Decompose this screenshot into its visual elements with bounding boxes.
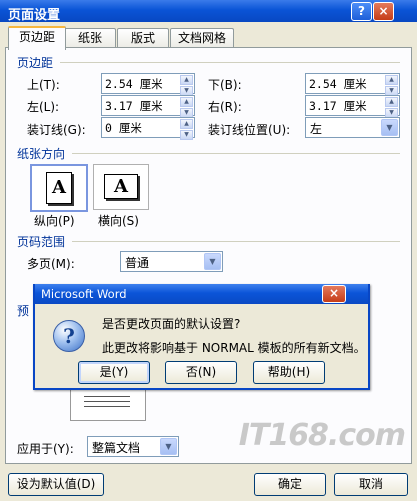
help-button[interactable]: 帮助(H) <box>253 361 325 384</box>
message-box-title-bar: Microsoft Word × <box>35 284 368 304</box>
apply-to-select[interactable]: 整篇文档 ▼ <box>87 436 179 457</box>
multiple-pages-select[interactable]: 普通 ▼ <box>120 251 223 272</box>
no-button[interactable]: 否(N) <box>165 361 237 384</box>
gutter-label: 装订线(G): <box>27 123 86 137</box>
multiple-pages-label: 多页(M): <box>27 257 75 271</box>
apply-to-value: 整篇文档 <box>92 441 141 455</box>
tab-paper[interactable]: 纸张 <box>64 28 116 48</box>
close-title-button[interactable]: × <box>373 2 394 21</box>
landscape-page-icon: A <box>104 174 138 199</box>
right-margin-label: 右(R): <box>208 100 242 114</box>
pages-section-title: 页码范围 <box>17 235 66 249</box>
gutter-position-select[interactable]: 左 ▼ <box>305 117 400 138</box>
gutter-spinner[interactable]: 0 厘米 ▲ ▼ <box>101 117 195 140</box>
title-bar: 页面设置 ? × <box>0 0 417 23</box>
cancel-button[interactable]: 取消 <box>334 473 408 496</box>
preview-section-title: 预 <box>17 304 30 318</box>
bottom-margin-value: 2.54 厘米 <box>309 77 367 91</box>
chevron-down-icon[interactable]: ▼ <box>204 253 221 270</box>
left-margin-spinner[interactable]: 3.17 厘米 ▲ ▼ <box>101 95 195 118</box>
bottom-margin-spinner[interactable]: 2.54 厘米 ▲ ▼ <box>305 73 400 96</box>
close-icon[interactable]: × <box>322 285 346 303</box>
preview-page <box>70 388 146 421</box>
spin-up-icon[interactable]: ▲ <box>180 119 193 129</box>
message-box: Microsoft Word × ? 是否更改页面的默认设置? 此更改将影响基于… <box>33 284 370 390</box>
set-default-button[interactable]: 设为默认值(D) <box>8 473 104 496</box>
top-margin-spinner[interactable]: 2.54 厘米 ▲ ▼ <box>101 73 195 96</box>
gutter-value: 0 厘米 <box>105 121 142 135</box>
message-question: 是否更改页面的默认设置? <box>102 317 241 331</box>
tab-document-grid[interactable]: 文档网格 <box>170 28 234 48</box>
top-margin-value: 2.54 厘米 <box>105 77 163 91</box>
margins-section-title: 页边距 <box>17 56 54 70</box>
message-detail: 此更改将影响基于 NORMAL 模板的所有新文档。 <box>102 341 366 355</box>
gutter-position-label: 装订线位置(U): <box>208 123 291 137</box>
ok-button[interactable]: 确定 <box>254 473 326 496</box>
portrait-label: 纵向(P) <box>34 214 75 228</box>
section-divider <box>72 153 400 154</box>
orientation-section-title: 纸张方向 <box>17 147 66 161</box>
top-margin-label: 上(T): <box>27 78 60 92</box>
right-margin-spinner[interactable]: 3.17 厘米 ▲ ▼ <box>305 95 400 118</box>
right-margin-value: 3.17 厘米 <box>309 99 367 113</box>
tab-layout[interactable]: 版式 <box>117 28 169 48</box>
question-icon: ? <box>53 320 85 352</box>
multiple-pages-value: 普通 <box>125 256 150 270</box>
yes-button[interactable]: 是(Y) <box>78 361 150 384</box>
watermark-text: IT168.com <box>238 418 406 453</box>
section-divider <box>72 241 400 242</box>
gutter-position-value: 左 <box>310 122 323 136</box>
apply-to-label: 应用于(Y): <box>17 442 74 456</box>
spin-up-icon[interactable]: ▲ <box>385 97 398 107</box>
spin-down-icon[interactable]: ▼ <box>180 130 193 140</box>
chevron-down-icon[interactable]: ▼ <box>160 438 177 455</box>
window-title: 页面设置 <box>8 8 61 23</box>
spin-up-icon[interactable]: ▲ <box>385 75 398 85</box>
landscape-label: 横向(S) <box>98 214 139 228</box>
message-box-title: Microsoft Word <box>41 287 127 301</box>
left-margin-label: 左(L): <box>27 100 60 114</box>
help-title-button[interactable]: ? <box>351 2 372 21</box>
spin-up-icon[interactable]: ▲ <box>180 75 193 85</box>
portrait-option[interactable]: A <box>30 164 88 212</box>
landscape-option[interactable]: A <box>93 164 149 210</box>
tab-margins[interactable]: 页边距 <box>8 26 66 50</box>
portrait-page-icon: A <box>46 172 72 204</box>
section-divider <box>60 62 400 63</box>
spin-up-icon[interactable]: ▲ <box>180 97 193 107</box>
chevron-down-icon[interactable]: ▼ <box>381 119 398 136</box>
left-margin-value: 3.17 厘米 <box>105 99 163 113</box>
bottom-margin-label: 下(B): <box>208 78 242 92</box>
